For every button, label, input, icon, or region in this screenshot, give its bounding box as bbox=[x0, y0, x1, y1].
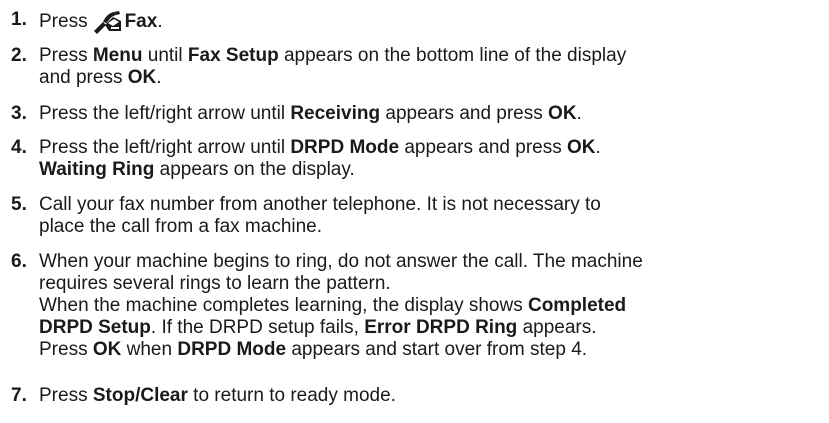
punctuation: . bbox=[157, 11, 163, 32]
receiving-term: Receiving bbox=[290, 103, 381, 124]
text: Press the left/right arrow until bbox=[39, 103, 291, 124]
error-drpd-ring-term: Error DRPD Ring bbox=[364, 317, 518, 338]
step-line: Press Stop/Clear to return to ready mode… bbox=[39, 385, 820, 407]
step-text: When your machine begins to ring, do not… bbox=[39, 251, 820, 361]
completed-term: Completed bbox=[527, 295, 627, 316]
text: . bbox=[156, 67, 162, 88]
text: until bbox=[142, 45, 188, 66]
fax-phone-icon bbox=[91, 9, 123, 35]
text: and press bbox=[39, 67, 128, 88]
step-number: 2. bbox=[11, 45, 27, 66]
drpd-mode-term: DRPD Mode bbox=[290, 137, 400, 158]
step-1-press: Press bbox=[39, 11, 88, 32]
step-line: Waiting Ring appears on the display. bbox=[39, 159, 820, 181]
step-text: Press Fax. bbox=[39, 9, 820, 35]
text: Press bbox=[39, 385, 93, 406]
step-line: Press the left/right arrow until Receivi… bbox=[39, 103, 820, 125]
step-line: Call your fax number from another teleph… bbox=[39, 194, 601, 215]
step-text: Call your fax number from another teleph… bbox=[39, 194, 820, 238]
text: When the machine completes learning, the… bbox=[39, 295, 528, 316]
step-line: Press the left/right arrow until DRPD Mo… bbox=[39, 137, 820, 159]
text: Press bbox=[39, 45, 93, 66]
instruction-steps: 1. Press Fax. 2. Press Menu until Fax Se… bbox=[0, 0, 829, 423]
step-line: When the machine completes learning, the… bbox=[39, 295, 820, 317]
step-text: Press Stop/Clear to return to ready mode… bbox=[39, 385, 820, 407]
ok-term: OK bbox=[127, 67, 157, 88]
step-line: DRPD Setup. If the DRPD setup fails, Err… bbox=[39, 317, 820, 339]
text: appears and start over from step 4. bbox=[286, 339, 588, 360]
fax-label: Fax bbox=[124, 11, 158, 32]
text: appears on the bottom line of the displa… bbox=[278, 45, 627, 66]
text: . bbox=[576, 103, 582, 124]
step-number: 7. bbox=[11, 385, 27, 406]
step-text: Press Menu until Fax Setup appears on th… bbox=[39, 45, 820, 89]
step-text: Press the left/right arrow until DRPD Mo… bbox=[39, 137, 820, 181]
text: appears on the display. bbox=[154, 159, 355, 180]
text: . bbox=[595, 137, 601, 158]
text: Press bbox=[39, 339, 93, 360]
text: . If the DRPD setup fails, bbox=[150, 317, 365, 338]
waiting-ring-term: Waiting Ring bbox=[39, 159, 155, 180]
text: appears. bbox=[517, 317, 597, 338]
step-text: Press the left/right arrow until Receivi… bbox=[39, 103, 820, 125]
text: Press the left/right arrow until bbox=[39, 137, 291, 158]
step-line: requires several rings to learn the patt… bbox=[39, 273, 391, 294]
ok-term: OK bbox=[548, 103, 577, 124]
step-number: 3. bbox=[11, 103, 27, 124]
text: appears and press bbox=[380, 103, 549, 124]
ok-term: OK bbox=[567, 137, 596, 158]
text: when bbox=[121, 339, 178, 360]
ok-term: OK bbox=[92, 339, 122, 360]
text: appears and press bbox=[399, 137, 568, 158]
menu-term: Menu bbox=[92, 45, 143, 66]
step-line: Press OK when DRPD Mode appears and star… bbox=[39, 339, 820, 361]
text: to return to ready mode. bbox=[187, 385, 396, 406]
step-line: and press OK. bbox=[39, 67, 820, 89]
step-line: place the call from a fax machine. bbox=[39, 216, 323, 237]
step-number: 1. bbox=[11, 9, 27, 30]
step-line: When your machine begins to ring, do not… bbox=[39, 251, 643, 272]
step-number: 6. bbox=[11, 251, 27, 272]
step-number: 4. bbox=[11, 137, 27, 158]
step-line: Press Menu until Fax Setup appears on th… bbox=[39, 45, 820, 67]
step-number: 5. bbox=[11, 194, 27, 215]
fax-setup-term: Fax Setup bbox=[187, 45, 279, 66]
stop-clear-term: Stop/Clear bbox=[92, 385, 188, 406]
drpd-mode-term: DRPD Mode bbox=[177, 339, 287, 360]
drpd-setup-term: DRPD Setup bbox=[39, 317, 151, 338]
